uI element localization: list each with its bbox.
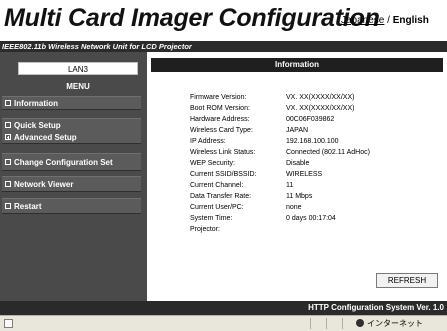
info-label: Firmware Version: — [190, 94, 247, 101]
info-label: Current User/PC: — [190, 204, 244, 211]
nav-group-setup: Quick Setup Advanced Setup — [2, 118, 141, 144]
sidebar-item-label: Information — [14, 98, 58, 108]
sidebar-item-information[interactable]: Information — [2, 97, 141, 109]
sidebar-item-label: Advanced Setup — [14, 132, 77, 142]
sidebar-item-label: Change Configuration Set — [14, 157, 113, 167]
nav-group-config: Change Configuration Set — [2, 153, 141, 171]
sidebar-item-change-configuration-set[interactable]: Change Configuration Set — [2, 154, 141, 170]
info-value: 11 Mbps — [286, 193, 313, 200]
subtitle: IEEE802.11b Wireless Network Unit for LC… — [2, 42, 192, 51]
info-row-current-channel: Current Channel: 11 — [147, 181, 447, 190]
box-icon — [5, 159, 11, 165]
nav-group-information: Information — [2, 96, 141, 110]
info-value: 0 days 00:17:04 — [286, 215, 336, 222]
info-label: Data Transfer Rate: — [190, 193, 252, 200]
security-zone: インターネット — [356, 318, 423, 329]
status-divider — [326, 318, 327, 329]
info-label: Current SSID/BSSID: — [190, 171, 257, 178]
sidebar-item-network-viewer[interactable]: Network Viewer — [2, 177, 141, 191]
info-label: Projector: — [190, 226, 220, 233]
sidebar-item-quick-setup[interactable]: Quick Setup — [2, 119, 141, 131]
info-value: 00C06F039862 — [286, 116, 335, 123]
info-row-current-ssid-bssid: Current SSID/BSSID: WIRELESS — [147, 170, 447, 179]
sidebar-item-restart[interactable]: Restart — [2, 199, 141, 213]
info-row-data-transfer-rate: Data Transfer Rate: 11 Mbps — [147, 192, 447, 201]
sidebar-item-label: Restart — [14, 201, 42, 211]
info-row-ip-address: IP Address: 192.168.100.100 — [147, 137, 447, 146]
language-switch: Japanese / English — [341, 15, 429, 26]
japanese-link[interactable]: Japanese — [341, 15, 384, 26]
info-value: 192.168.100.100 — [286, 138, 339, 145]
info-value: Connected (802.11 AdHoc) — [286, 149, 370, 156]
refresh-button[interactable]: REFRESH — [376, 273, 438, 288]
sidebar: LAN3 MENU Information Quick Setup Advanc… — [0, 52, 147, 301]
info-row-firmware-version: Firmware Version: VX. XX(XXXX/XX/XX) — [147, 93, 447, 102]
info-value: 11 — [286, 182, 294, 189]
footer-bar: HTTP Configuration System Ver. 1.0 — [0, 301, 447, 315]
info-label: Wireless Card Type: — [190, 127, 253, 134]
section-title: Information — [151, 58, 443, 72]
info-label: System Time: — [190, 215, 233, 222]
info-label: Wireless Link Status: — [190, 149, 256, 156]
info-label: IP Address: — [190, 138, 226, 145]
status-divider — [342, 318, 343, 329]
header: Multi Card Imager Configuration Japanese… — [0, 0, 447, 41]
box-icon — [5, 100, 11, 106]
box-icon — [5, 203, 11, 209]
security-zone-label: インターネット — [367, 319, 423, 328]
expand-plus-icon — [5, 134, 11, 140]
info-label: Hardware Address: — [190, 116, 250, 123]
info-row-wireless-link-status: Wireless Link Status: Connected (802.11 … — [147, 148, 447, 157]
app-title: Multi Card Imager Configuration — [4, 4, 380, 32]
sidebar-item-label: Quick Setup — [14, 120, 61, 130]
menu-heading: MENU — [66, 82, 90, 91]
info-value: JAPAN — [286, 127, 309, 134]
info-label: WEP Security: — [190, 160, 235, 167]
status-divider — [310, 318, 311, 329]
browser-status-bar: インターネット — [0, 315, 447, 331]
info-row-system-time: System Time: 0 days 00:17:04 — [147, 214, 447, 223]
footer-version: HTTP Configuration System Ver. 1.0 — [308, 303, 444, 312]
language-separator: / — [384, 15, 393, 26]
info-row-current-user-pc: Current User/PC: none — [147, 203, 447, 212]
unit-name: LAN3 — [18, 62, 138, 75]
info-value: VX. XX(XXXX/XX/XX) — [286, 94, 355, 101]
page-icon — [4, 319, 13, 328]
info-value: VX. XX(XXXX/XX/XX) — [286, 105, 355, 112]
info-row-projector: Projector: — [147, 225, 447, 234]
subtitle-bar: IEEE802.11b Wireless Network Unit for LC… — [0, 41, 447, 52]
sidebar-item-label: Network Viewer — [14, 179, 74, 189]
info-label: Boot ROM Version: — [190, 105, 250, 112]
info-value: Disable — [286, 160, 310, 167]
globe-icon — [356, 319, 364, 327]
info-value: none — [286, 204, 302, 211]
sidebar-item-advanced-setup[interactable]: Advanced Setup — [2, 131, 141, 143]
box-icon — [5, 122, 11, 128]
nav-group-restart: Restart — [2, 198, 141, 214]
main-panel: Information Firmware Version: VX. XX(XXX… — [147, 52, 447, 301]
info-row-boot-rom-version: Boot ROM Version: VX. XX(XXXX/XX/XX) — [147, 104, 447, 113]
english-label: English — [392, 15, 429, 26]
info-value: WIRELESS — [286, 171, 323, 178]
info-row-wep-security: WEP Security: Disable — [147, 159, 447, 168]
nav-group-network-viewer: Network Viewer — [2, 176, 141, 192]
info-row-hardware-address: Hardware Address: 00C06F039862 — [147, 115, 447, 124]
info-label: Current Channel: — [190, 182, 244, 189]
info-row-wireless-card-type: Wireless Card Type: JAPAN — [147, 126, 447, 135]
box-icon — [5, 181, 11, 187]
